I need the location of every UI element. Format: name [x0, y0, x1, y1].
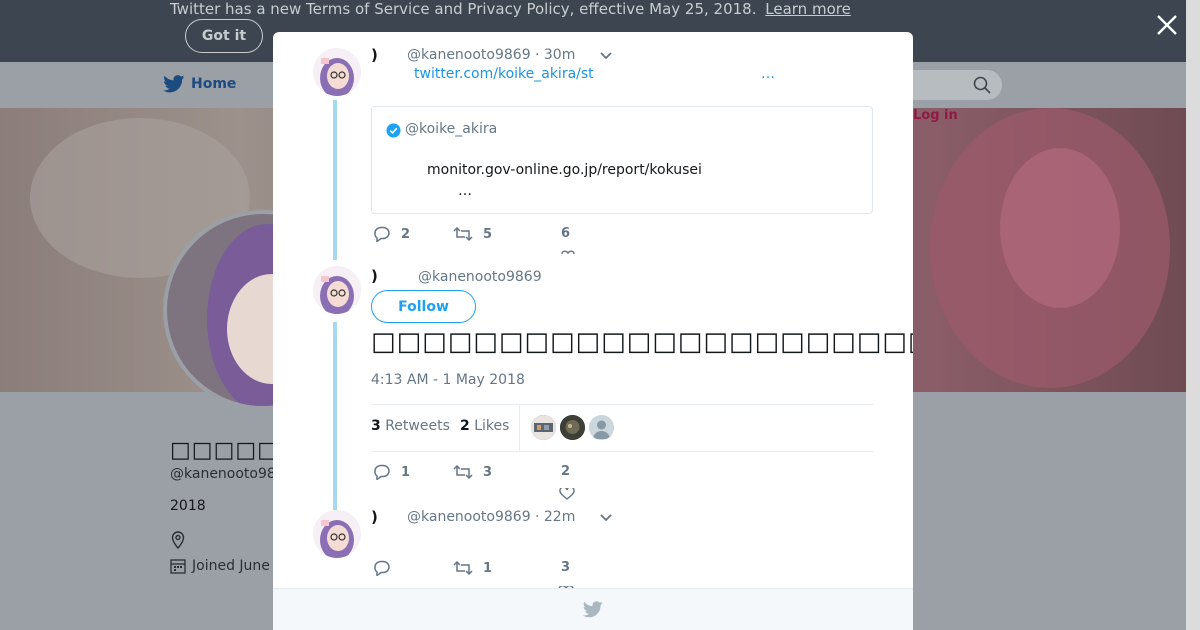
like-button[interactable]: 2 — [561, 464, 570, 479]
chevron-down-icon[interactable] — [599, 513, 613, 523]
retweet-button[interactable]: 3 — [453, 464, 492, 480]
tweet-author-handle[interactable]: @kanenooto9869 — [418, 269, 542, 285]
reply-button[interactable] — [373, 560, 401, 576]
liker-avatar[interactable] — [589, 415, 614, 440]
thread-line — [333, 322, 337, 510]
likes-stat[interactable]: 2 Likes — [460, 418, 509, 434]
tweet-stats: 3 Retweets 2 Likes — [371, 404, 873, 452]
liker-avatar-image — [560, 415, 585, 440]
retweets-stat[interactable]: 3 Retweets — [371, 418, 450, 434]
login-link[interactable]: Log in — [913, 108, 958, 123]
follow-button[interactable]: Follow — [371, 290, 476, 323]
quoted-text: monitor.gov-online.go.jp/report/kokusei — [427, 162, 702, 178]
profile-handle: @kanenooto98 — [170, 466, 276, 482]
tweet-link-ellipsis[interactable]: … — [761, 66, 775, 82]
like-button[interactable]: 6 — [561, 226, 570, 241]
scrollbar[interactable] — [1186, 0, 1200, 630]
notice-message: Twitter has a new Terms of Service and P… — [170, 0, 757, 18]
quoted-handle: @koike_akira — [405, 121, 498, 137]
default-avatar-icon — [589, 415, 614, 440]
retweet-icon — [453, 464, 473, 480]
heart-icon[interactable] — [559, 488, 575, 500]
tweet-modal: ) @kanenooto9869 · 30m twitter.com/koike… — [273, 32, 913, 630]
tweet-date[interactable]: 4:13 AM - 1 May 2018 — [371, 372, 525, 388]
location-icon — [171, 531, 185, 549]
retweet-button[interactable]: 5 — [453, 226, 492, 242]
reply-icon — [374, 464, 390, 480]
avatar[interactable] — [313, 510, 361, 558]
quoted-ellipsis: … — [458, 183, 472, 199]
avatar-image — [313, 510, 361, 558]
reply-icon — [374, 560, 390, 576]
reply-button[interactable]: 1 — [373, 464, 410, 480]
tweet-author-name[interactable]: ) — [371, 267, 378, 285]
tweet-text: □□□□□□□□□□□□□□□□□□□□□□□□□□□□□□□□□□□□□□□□… — [371, 327, 913, 357]
reply-icon — [374, 226, 390, 242]
stats-divider — [519, 405, 520, 451]
retweets-stat-label: Retweets — [385, 418, 450, 434]
tweet-author-name[interactable]: ) — [371, 46, 378, 64]
tweet-author-handle[interactable]: @kanenooto9869 — [407, 509, 531, 525]
profile-bio: 2018 — [170, 498, 206, 514]
learn-more-link[interactable]: Learn more — [765, 0, 851, 18]
search-icon[interactable] — [973, 76, 991, 94]
liker-avatar-image — [531, 415, 556, 440]
profile-joined: Joined June — [170, 558, 270, 574]
retweet-icon — [453, 560, 473, 576]
twitter-bird-icon — [583, 601, 603, 618]
verified-badge-icon — [386, 123, 401, 138]
heart-icon[interactable] — [560, 250, 576, 255]
retweet-button[interactable]: 1 — [453, 560, 492, 576]
nav-home-label: Home — [191, 76, 237, 92]
likes-stat-count: 2 — [460, 418, 470, 434]
tweet-timestamp[interactable]: · 30m — [535, 47, 575, 63]
avatar[interactable] — [313, 266, 361, 314]
joined-label: Joined June — [192, 558, 270, 574]
liker-avatar[interactable] — [531, 415, 556, 440]
avatar-image — [313, 48, 361, 96]
quoted-tweet[interactable]: @koike_akira monitor.gov-online.go.jp/re… — [371, 106, 873, 214]
avatar-image — [313, 266, 361, 314]
like-count: 3 — [561, 560, 571, 575]
chevron-down-icon[interactable] — [599, 51, 613, 61]
like-count: 2 — [561, 464, 571, 479]
reply-count: 2 — [401, 226, 411, 242]
retweet-count: 3 — [483, 464, 493, 480]
got-it-button[interactable]: Got it — [185, 19, 263, 53]
reply-count: 1 — [401, 464, 411, 480]
retweet-count: 1 — [483, 560, 493, 576]
like-count: 6 — [561, 226, 571, 241]
liker-avatar[interactable] — [560, 415, 585, 440]
avatar[interactable] — [313, 48, 361, 96]
retweet-count: 5 — [483, 226, 493, 242]
retweet-icon — [453, 226, 473, 242]
terms-notice-text: Twitter has a new Terms of Service and P… — [170, 0, 851, 18]
calendar-icon — [170, 559, 186, 574]
nav-home[interactable]: Home — [163, 75, 236, 93]
thread-line — [333, 100, 337, 260]
retweets-stat-count: 3 — [371, 418, 381, 434]
close-icon[interactable] — [1154, 12, 1180, 38]
tweet-timestamp[interactable]: · 22m — [535, 509, 575, 525]
like-button[interactable]: 3 — [561, 560, 570, 575]
tweet-author-name[interactable]: ) — [371, 508, 378, 526]
modal-footer — [273, 588, 913, 630]
tweet-author-handle[interactable]: @kanenooto9869 — [407, 47, 531, 63]
likes-stat-label: Likes — [474, 418, 510, 434]
reply-button[interactable]: 2 — [373, 226, 410, 242]
tweet-link[interactable]: twitter.com/koike_akira/st — [414, 66, 594, 82]
twitter-bird-icon — [163, 75, 185, 93]
